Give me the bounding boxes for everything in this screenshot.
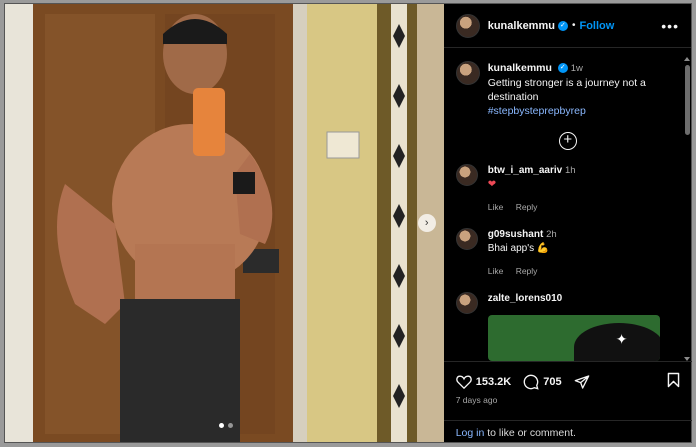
action-bar: 153.2K 705 [444, 362, 692, 391]
verified-icon: ✓ [557, 20, 568, 31]
commenter-avatar[interactable] [455, 292, 478, 314]
verified-icon: ✓ [557, 63, 568, 74]
comment-item: zalte_lorens010 [444, 292, 692, 314]
post-modal: › kunalkemmu ✓ • Follow ••• kunalkemmu ✓… [4, 3, 692, 443]
like-comment-button[interactable]: Like [488, 266, 504, 276]
comments-list[interactable]: kunalkemmu ✓ 1w Getting stronger is a jo… [444, 49, 692, 361]
share-icon [574, 374, 589, 389]
post-photo[interactable]: › [5, 4, 444, 442]
caption-hashtag[interactable]: #stepbysteprepbyrep [488, 105, 586, 117]
author-username[interactable]: kunalkemmu [488, 20, 555, 32]
author-avatar[interactable] [455, 13, 480, 38]
bookmark-icon [667, 372, 679, 388]
commenter-avatar[interactable] [455, 164, 478, 186]
save-button[interactable] [667, 372, 680, 391]
scroll-up-arrow-icon[interactable] [683, 57, 690, 61]
comment-count: 705 [543, 375, 562, 388]
commenter-username[interactable]: btw_i_am_aariv [488, 165, 563, 176]
caption-avatar[interactable] [455, 61, 480, 85]
comment-text: Bhai app's [487, 243, 535, 254]
comment-item: btw_i_am_aariv 1h ❤ Like Reply [444, 164, 692, 214]
comment-image[interactable]: ✦ [487, 315, 660, 361]
post-side-panel: kunalkemmu ✓ • Follow ••• kunalkemmu ✓ 1… [443, 4, 692, 445]
more-icon[interactable]: ••• [661, 18, 679, 34]
login-prompt-text: to like or comment. [484, 427, 576, 439]
caption-time: 1w [570, 63, 583, 74]
jumpman-logo-icon: ✦ [615, 331, 628, 347]
reply-button[interactable]: Reply [516, 266, 538, 276]
comment-item: g09sushant 2h Bhai app's 💪 Like Reply [444, 228, 692, 278]
caption: kunalkemmu ✓ 1w Getting stronger is a jo… [444, 49, 692, 118]
add-comment-icon[interactable]: + [558, 132, 577, 150]
caption-username[interactable]: kunalkemmu [488, 62, 552, 74]
comment-time: 1h [565, 165, 576, 176]
comments-scrollbar[interactable] [683, 57, 691, 361]
reply-button[interactable]: Reply [516, 202, 538, 212]
commenter-username[interactable]: g09sushant [488, 229, 544, 240]
post-header: kunalkemmu ✓ • Follow ••• [443, 4, 691, 48]
comment-button[interactable]: 705 [523, 374, 562, 390]
flexed-biceps-emoji: 💪 [536, 243, 550, 254]
post-date: 7 days ago [455, 395, 498, 405]
login-prompt: Log in to like or comment. [443, 420, 692, 445]
carousel-dot-1 [219, 423, 224, 428]
next-photo-button[interactable]: › [417, 214, 436, 232]
comment-icon [523, 374, 539, 390]
caption-text: Getting stronger is a journey not a dest… [487, 77, 646, 103]
follow-button[interactable]: Follow [579, 20, 614, 32]
like-button[interactable]: 153.2K [455, 374, 512, 389]
commenter-username[interactable]: zalte_lorens010 [488, 293, 563, 304]
carousel-dot-2 [228, 423, 233, 428]
comment-text: ❤ [487, 179, 497, 190]
carousel-dots [219, 423, 233, 428]
share-button[interactable] [574, 374, 590, 390]
page-backdrop: › kunalkemmu ✓ • Follow ••• kunalkemmu ✓… [0, 0, 696, 447]
photo-illustration [5, 4, 444, 442]
commenter-avatar[interactable] [455, 228, 478, 250]
like-count: 153.2K [475, 375, 512, 388]
like-comment-button[interactable]: Like [488, 202, 504, 212]
login-link[interactable]: Log in [456, 427, 485, 439]
post-footer: 153.2K 705 7 days ago Log in to like or … [443, 361, 692, 445]
separator-dot: • [571, 20, 576, 31]
heart-icon [455, 375, 472, 389]
comment-time: 2h [546, 229, 557, 240]
scrollbar-thumb[interactable] [684, 65, 690, 135]
